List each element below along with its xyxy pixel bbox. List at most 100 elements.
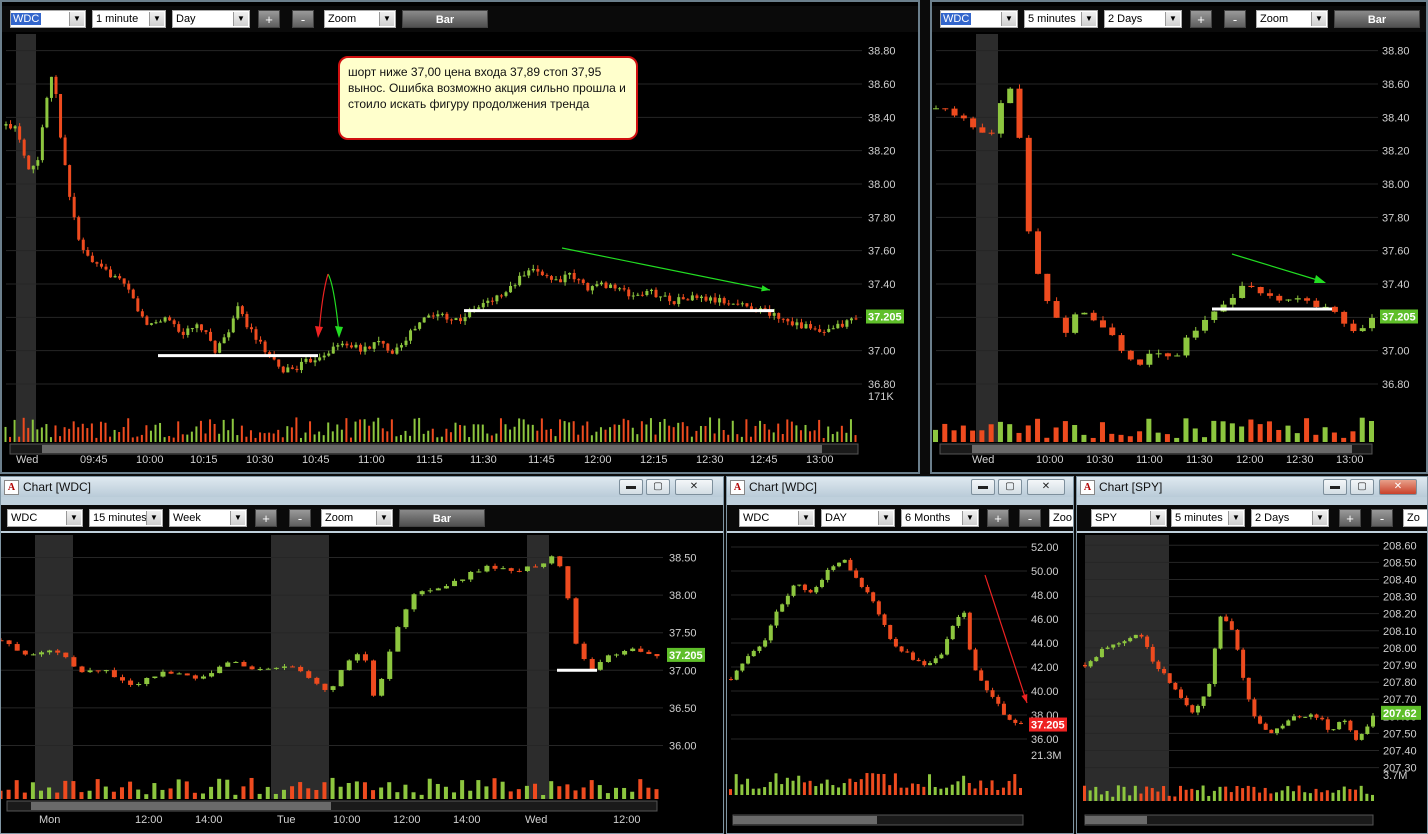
volume-bar — [1354, 789, 1358, 801]
candle-body — [1342, 720, 1347, 723]
chevron-down-icon[interactable]: ▼ — [379, 12, 394, 26]
chevron-down-icon[interactable]: ▼ — [1311, 12, 1326, 26]
zoom-in-button[interactable]: + — [987, 509, 1009, 527]
candle-body — [257, 668, 263, 670]
restore-button[interactable]: ▢ — [646, 479, 670, 495]
close-button[interactable]: ✕ — [1027, 479, 1065, 495]
chevron-down-icon[interactable]: ▼ — [1312, 511, 1327, 525]
chevron-down-icon[interactable]: ▼ — [962, 511, 977, 525]
candle-body — [184, 673, 190, 676]
minimize-button[interactable]: ▬ — [971, 479, 995, 495]
window-titlebar[interactable]: A Chart [SPY] ▬ ▢ ✕ — [1077, 477, 1427, 497]
chevron-down-icon[interactable]: ▼ — [1150, 511, 1165, 525]
candle-body — [516, 570, 522, 572]
zoom-out-button[interactable]: - — [1371, 509, 1393, 527]
restore-button[interactable]: ▢ — [1350, 479, 1374, 495]
zoom-in-button[interactable]: + — [255, 509, 277, 527]
chevron-down-icon[interactable]: ▼ — [1165, 12, 1180, 26]
symbol-select[interactable]: WDC ▼ — [10, 10, 86, 28]
candle-body — [568, 272, 572, 275]
symbol-select[interactable]: WDC ▼ — [739, 509, 815, 527]
candle-body — [772, 313, 776, 316]
chevron-down-icon[interactable]: ▼ — [1001, 12, 1016, 26]
zoom-select[interactable]: Zo — [1403, 509, 1427, 527]
zoom-select[interactable]: Zoom ▼ — [1256, 10, 1328, 28]
volume-bar — [413, 418, 416, 442]
chevron-down-icon[interactable]: ▼ — [376, 511, 391, 525]
volume-bar — [1331, 432, 1337, 442]
minimize-button[interactable]: ▬ — [1323, 479, 1347, 495]
bar-style-button[interactable]: Bar — [1334, 10, 1420, 28]
chevron-down-icon[interactable]: ▼ — [146, 511, 161, 525]
chevron-down-icon[interactable]: ▼ — [878, 511, 893, 525]
symbol-select[interactable]: WDC ▼ — [7, 509, 83, 527]
chevron-down-icon[interactable]: ▼ — [1081, 12, 1096, 26]
volume-bar — [286, 426, 289, 442]
chevron-down-icon[interactable]: ▼ — [69, 12, 84, 26]
interval-select[interactable]: 15 minutes ▼ — [89, 509, 163, 527]
candle-body — [290, 367, 294, 369]
zoom-select[interactable]: Zoom ▼ — [321, 509, 393, 527]
zoom-out-button[interactable]: - — [289, 509, 311, 527]
interval-select[interactable]: DAY ▼ — [821, 509, 895, 527]
chevron-down-icon[interactable]: ▼ — [230, 511, 245, 525]
volume-bar — [1133, 785, 1137, 801]
price-chart[interactable]: 52.0050.0048.0046.0044.0042.0040.0038.00… — [727, 533, 1073, 833]
volume-bar — [581, 425, 584, 442]
zoom-in-button[interactable]: + — [1190, 10, 1212, 28]
volume-bar — [1314, 788, 1318, 801]
zoom-out-button[interactable]: - — [1019, 509, 1041, 527]
interval-select[interactable]: 1 minute ▼ — [92, 10, 166, 28]
interval-select[interactable]: 5 minutes ▼ — [1024, 10, 1098, 28]
candle-body — [386, 343, 390, 351]
zoom-select[interactable]: Zoom ▼ — [324, 10, 396, 28]
volume-bar — [9, 436, 12, 442]
range-select[interactable]: 2 Days ▼ — [1251, 509, 1329, 527]
candle-body — [176, 673, 182, 675]
bar-style-button[interactable]: Bar — [399, 509, 485, 527]
close-button[interactable]: ✕ — [1379, 479, 1417, 495]
close-button[interactable]: ✕ — [675, 479, 713, 495]
volume-bar — [609, 427, 612, 442]
candle-body — [1105, 647, 1110, 649]
interval-select[interactable]: 5 minutes ▼ — [1171, 509, 1245, 527]
price-tick-label: 37.50 — [669, 628, 697, 640]
volume-bar — [740, 436, 743, 442]
restore-button[interactable]: ▢ — [998, 479, 1022, 495]
symbol-select[interactable]: SPY ▼ — [1091, 509, 1167, 527]
volume-bar — [1369, 421, 1374, 442]
volume-bar — [459, 424, 462, 442]
volume-bar — [795, 425, 798, 442]
zoom-select[interactable]: Zoo — [1049, 509, 1073, 527]
bar-style-button[interactable]: Bar — [402, 10, 488, 28]
candle-body — [395, 627, 401, 652]
volume-bar — [808, 780, 812, 795]
chevron-down-icon[interactable]: ▼ — [149, 12, 164, 26]
range-select[interactable]: Day ▼ — [172, 10, 250, 28]
range-select[interactable]: Week ▼ — [169, 509, 247, 527]
window-titlebar[interactable]: A Chart [WDC] ▬ ▢ ✕ — [1, 477, 723, 497]
price-chart[interactable]: 38.80 38.60 38.40 38.20 38.00 37.80 37.60 37.40… — [932, 34, 1426, 472]
chevron-down-icon[interactable]: ▼ — [1228, 511, 1243, 525]
volume-bar — [1016, 432, 1022, 442]
zoom-in-button[interactable]: + — [258, 10, 280, 28]
zoom-in-button[interactable]: + — [1339, 509, 1361, 527]
minimize-button[interactable]: ▬ — [619, 479, 643, 495]
volume-bar — [127, 418, 130, 442]
price-chart[interactable]: 38.50 38.00 37.50 37.00 36.50 36.00 37.205 Mon 1… — [1, 533, 723, 833]
chevron-down-icon[interactable]: ▼ — [798, 511, 813, 525]
range-select[interactable]: 2 Days ▼ — [1104, 10, 1182, 28]
range-select[interactable]: 6 Months ▼ — [901, 509, 979, 527]
zoom-out-button[interactable]: - — [1224, 10, 1246, 28]
candle-body — [709, 297, 713, 301]
chevron-down-icon[interactable]: ▼ — [66, 511, 81, 525]
symbol-select[interactable]: WDC ▼ — [940, 10, 1018, 28]
volume-bar — [1211, 420, 1217, 442]
chevron-down-icon[interactable]: ▼ — [233, 12, 248, 26]
symbol-value: SPY — [1095, 512, 1118, 524]
window-titlebar[interactable]: A Chart [WDC] ▬ ▢ ✕ — [727, 477, 1073, 497]
volume-bar — [704, 426, 707, 442]
zoom-out-button[interactable]: - — [292, 10, 314, 28]
volume-bar — [386, 431, 389, 442]
price-chart[interactable]: 208.60 208.50 208.40 208.30 208.20 208.10 208.… — [1077, 533, 1427, 833]
